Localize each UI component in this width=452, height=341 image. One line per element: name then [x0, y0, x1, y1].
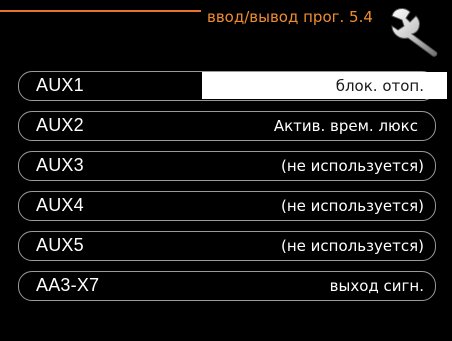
aux4-row[interactable]: AUX4 (не используется)	[18, 191, 436, 221]
page-title: ввод/вывод прог. 5.4	[207, 8, 373, 26]
row-label: AUX3	[36, 155, 84, 175]
row-value: (не используется)	[280, 157, 424, 175]
row-label: AA3-X7	[36, 275, 100, 295]
header-accent-line	[0, 10, 201, 12]
settings-screen: ввод/вывод прог. 5.4 AUX1 блок. отоп. AU…	[0, 0, 452, 341]
aux2-row[interactable]: AUX2 Актив. врем. люкс	[18, 111, 436, 141]
aux5-row[interactable]: AUX5 (не используется)	[18, 231, 436, 261]
wrench-icon	[391, 8, 438, 57]
row-label: AUX4	[36, 195, 84, 215]
aux3-row[interactable]: AUX3 (не используется)	[18, 151, 436, 181]
row-value: выход сигн.	[329, 277, 424, 295]
aux1-row[interactable]: AUX1 блок. отоп.	[18, 71, 447, 101]
row-value: Актив. врем. люкс	[273, 117, 418, 135]
row-label: AUX5	[36, 235, 84, 255]
io-settings-list: AUX1 блок. отоп. AUX2 Актив. врем. люкс …	[18, 71, 447, 311]
row-label: AUX1	[36, 75, 84, 95]
row-label: AUX2	[36, 115, 84, 135]
row-value: блок. отоп.	[335, 77, 424, 95]
aa3-x7-row[interactable]: AA3-X7 выход сигн.	[18, 271, 436, 301]
row-value: (не используется)	[280, 237, 424, 255]
row-value: (не используется)	[280, 197, 424, 215]
